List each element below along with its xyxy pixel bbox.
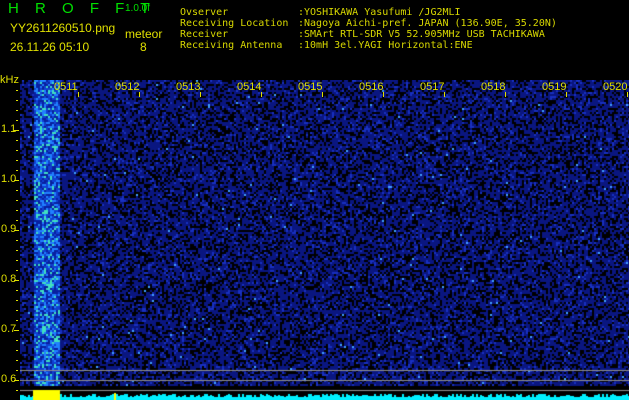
info-block: Ovserver :YOSHIKAWA Yasufumi /JG2MLI Rece… [180, 7, 557, 51]
y-minor-tick [16, 230, 18, 231]
info-value: :YOSHIKAWA Yasufumi /JG2MLI [298, 7, 461, 18]
y-unit-label: kHz [0, 74, 19, 86]
y-tick-label: 0.9 [1, 223, 17, 235]
y-minor-tick [16, 270, 18, 271]
spectrogram [20, 80, 629, 400]
y-minor-tick [16, 280, 18, 281]
x-tick-label: 0515 [298, 81, 323, 93]
x-tick [627, 92, 628, 97]
y-tick-label: 0.6 [1, 373, 17, 385]
y-minor-tick [16, 340, 18, 341]
y-minor-tick [16, 130, 18, 131]
y-minor-tick [16, 350, 18, 351]
datetime-label: 26.11.26 05:10 [10, 40, 90, 54]
y-minor-tick [16, 360, 18, 361]
y-minor-tick [16, 300, 18, 301]
info-value: :SMArt RTL-SDR V5 52.905MHz USB TACHIKAW… [298, 29, 545, 40]
version-label: 1.0.0f [125, 3, 151, 14]
y-minor-tick [16, 260, 18, 261]
info-row-location: Receiving Location :Nagoya Aichi-pref. JA… [180, 18, 557, 29]
mode-label: meteor [125, 27, 163, 41]
y-minor-tick [16, 240, 18, 241]
x-tick [139, 92, 140, 97]
x-tick-label: 0514 [237, 81, 262, 93]
y-minor-tick [16, 290, 18, 291]
info-row-antenna: Receiving Antenna :10mH 3el.YAGI Horizont… [180, 40, 557, 51]
y-minor-tick [16, 180, 18, 181]
count-label: 8 [140, 40, 147, 54]
y-minor-tick [16, 330, 18, 331]
y-minor-tick [16, 160, 18, 161]
x-tick-label: 0520 [603, 81, 628, 93]
x-tick [566, 92, 567, 97]
info-value: :10mH 3el.YAGI Horizontal:ENE [298, 40, 473, 51]
y-minor-tick [16, 380, 18, 381]
y-minor-tick [16, 370, 18, 371]
x-tick [505, 92, 506, 97]
x-tick-label: 0518 [481, 81, 506, 93]
y-minor-tick [16, 200, 18, 201]
y-minor-tick [16, 150, 18, 151]
x-tick [383, 92, 384, 97]
info-label: Ovserver [180, 7, 229, 18]
y-tick-label: 1.1 [1, 123, 17, 135]
x-tick-label: 0512 [115, 81, 140, 93]
filename-label: YY2611260510.png [10, 21, 116, 35]
y-minor-tick [16, 320, 18, 321]
info-row-receiver: Receiver :SMArt RTL-SDR V5 52.905MHz USB … [180, 29, 557, 40]
info-label: Receiving Location [180, 18, 289, 29]
info-label: Receiver [180, 29, 229, 40]
y-minor-tick [16, 210, 18, 211]
info-value: :Nagoya Aichi-pref. JAPAN (136.90E, 35.2… [298, 18, 557, 29]
x-tick [200, 92, 201, 97]
y-minor-tick [16, 190, 18, 191]
y-tick-label: 0.7 [1, 323, 17, 335]
y-minor-tick [16, 310, 18, 311]
x-tick-label: 0511 [54, 81, 78, 93]
y-minor-tick [16, 250, 18, 251]
y-minor-tick [16, 390, 18, 391]
y-tick-label: 1.0 [1, 173, 17, 185]
x-tick-label: 0516 [359, 81, 384, 93]
x-tick-label: 0517 [420, 81, 445, 93]
y-minor-tick [16, 100, 18, 101]
y-tick-label: 0.8 [1, 273, 17, 285]
info-row-observer: Ovserver :YOSHIKAWA Yasufumi /JG2MLI [180, 7, 557, 18]
y-minor-tick [16, 220, 18, 221]
y-minor-tick [16, 110, 18, 111]
x-tick [78, 92, 79, 97]
y-minor-tick [16, 90, 18, 91]
x-tick [322, 92, 323, 97]
y-minor-tick [16, 120, 18, 121]
info-label: Receiving Antenna [180, 40, 283, 51]
x-tick [444, 92, 445, 97]
y-minor-tick [16, 170, 18, 171]
x-tick [261, 92, 262, 97]
x-tick-label: 0519 [542, 81, 567, 93]
x-tick-label: 0513 [176, 81, 201, 93]
y-minor-tick [16, 140, 18, 141]
